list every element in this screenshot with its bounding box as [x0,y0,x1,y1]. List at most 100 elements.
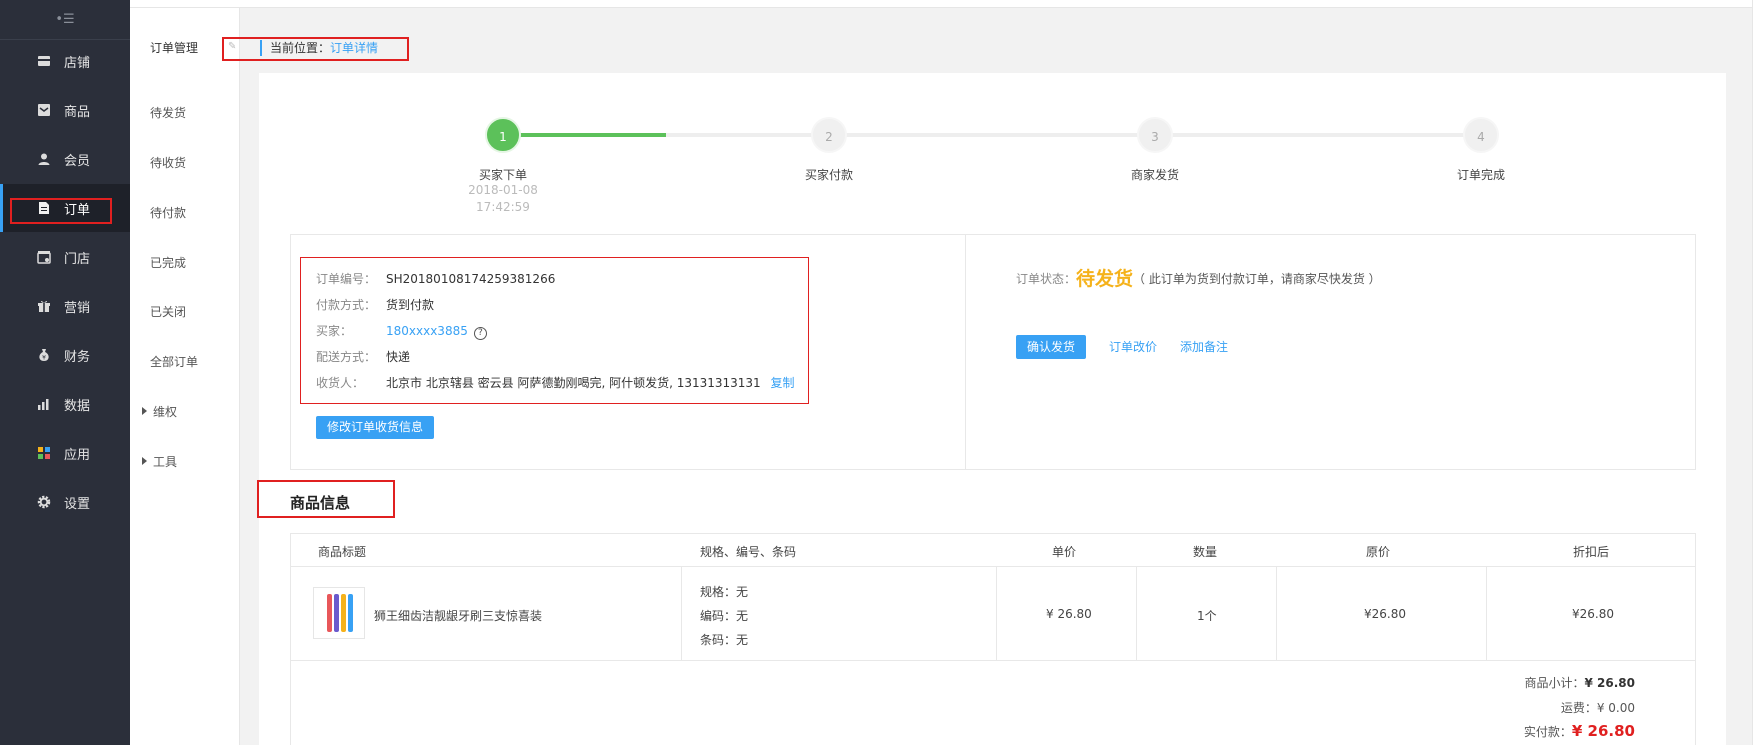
product-spec: 规格：无 [700,585,749,599]
cell-divider [1136,567,1137,661]
table-header: 商品标题 规格、编号、条码 单价 数量 原价 折扣后 [290,533,1696,567]
sidebar-item-settings[interactable]: 设置 [0,478,130,526]
add-note-link[interactable]: 添加备注 [1180,338,1228,355]
subnav-item-to-ship[interactable]: 待发货 [150,104,186,121]
subnav-item-closed[interactable]: 已关闭 [150,303,186,320]
svg-text:¥: ¥ [42,355,46,362]
cell-divider [681,567,682,661]
sidebar-item-label: 营销 [64,300,91,316]
original-price: ¥26.80 [1364,607,1406,621]
breadcrumb-current[interactable]: 订单详情 [330,41,378,55]
order-status: 订单状态：待发货（ 此订单为货到付款订单，请商家尽快发货 ） [1016,264,1381,291]
freight-value: ¥ 0.00 [1596,701,1635,715]
top-strip [130,0,1762,8]
sidebar-item-label: 店铺 [64,55,91,71]
bar-chart-icon [36,396,52,412]
sidebar-item-member[interactable]: 会员 [0,135,130,183]
product-title[interactable]: 狮王细齿洁靓龈牙刷三支惊喜装 [374,607,542,624]
sidebar-item-shop[interactable]: 门店 [0,233,130,281]
summary-label: 商品小计： [1524,676,1585,690]
sidebar-item-marketing[interactable]: 营销 [0,282,130,330]
column-header: 单价 [1052,545,1077,559]
question-icon[interactable]: ? [473,327,487,340]
subnav-title: 订单管理 [150,41,199,55]
step-2-circle: 2 [811,117,847,153]
step-1-circle: 1 [485,117,521,153]
pin-icon: ✎ [228,41,237,52]
sidebar-item-apps[interactable]: 应用 [0,429,130,477]
caret-right-icon [142,457,147,465]
field-label: 买家： [316,324,353,338]
thumb-graphic [327,594,332,632]
buyer-row: 买家： 180xxxx3885? [316,323,487,340]
receiver-row: 收货人： 北京市 北京辖县 密云县 阿萨德勤刚喝完, 阿什顿发货, 1313131… [316,375,795,391]
edit-receiver-button[interactable]: 修改订单收货信息 [316,416,434,439]
cell-divider [1486,567,1487,661]
highlight-frame [10,198,112,224]
step-3-label: 商家发货 [1130,168,1179,182]
paid-value: ¥ 26.80 [1571,722,1635,740]
order-summary: 商品小计：¥ 26.80 运费：¥ 0.00 实付款：¥ 26.80 [290,661,1696,745]
gear-icon [36,494,52,510]
summary-label: 运费： [1560,701,1597,715]
shipping-method-row: 配送方式： 快递 [316,349,410,365]
step-4-circle: 4 [1463,117,1499,153]
sidebar-item-finance[interactable]: ¥ 财务 [0,331,130,379]
column-header: 商品标题 [318,545,367,559]
unit-price: ¥ 26.80 [1046,607,1092,621]
sidebar-item-label: 应用 [64,447,91,463]
subnav-item-completed[interactable]: 已完成 [150,254,186,271]
product-code: 编码：无 [700,609,749,623]
sidebar-item-data[interactable]: 数据 [0,380,130,428]
payment-method: 货到付款 [386,298,435,312]
cell-divider [1276,567,1277,661]
field-label: 订单编号： [316,272,377,286]
sidebar-item-label: 数据 [64,398,91,414]
breadcrumb-prefix: 当前位置： [270,41,331,55]
change-price-link[interactable]: 订单改价 [1109,338,1157,355]
freight-row: 运费：¥ 0.00 [1561,699,1635,716]
breadcrumb: 当前位置：订单详情 [260,40,378,56]
confirm-ship-button[interactable]: 确认发货 [1016,335,1086,359]
store-icon [36,53,52,69]
column-header: 折扣后 [1573,545,1610,559]
buyer-link[interactable]: 180xxxx3885 [386,324,468,338]
subnav-group-rights[interactable]: 维权 [142,403,177,420]
sidebar-item-label: 商品 [64,104,91,120]
subnav-item-to-receive[interactable]: 待收货 [150,154,186,171]
subnav-group-label: 维权 [153,405,178,419]
product-thumbnail[interactable] [313,587,365,639]
step-1-label: 买家下单 [478,168,527,182]
paid-row: 实付款：¥ 26.80 [1524,722,1635,740]
step-progress-done [520,133,666,137]
status-value: 待发货 [1076,268,1134,290]
caret-right-icon [142,407,147,415]
sidebar-item-goods[interactable]: 商品 [0,86,130,134]
status-label: 订单状态： [1016,272,1077,286]
money-bag-icon: ¥ [36,347,52,363]
subtotal-row: 商品小计：¥ 26.80 [1525,674,1636,691]
step-2-label: 买家付款 [804,168,853,182]
member-icon [36,151,52,167]
step-3-circle: 3 [1137,117,1173,153]
field-label: 收货人： [316,376,365,390]
subnav-group-tools[interactable]: 工具 [142,453,177,470]
step-progress-track [666,133,1466,137]
shop-icon [36,249,52,265]
sidebar-item-store[interactable]: 店铺 [0,37,130,85]
right-edge [1752,0,1762,745]
sidebar-item-label: 设置 [64,496,91,512]
thumb-graphic [341,594,346,632]
subnav-item-all-orders[interactable]: 全部订单 [150,353,198,370]
summary-label: 实付款： [1523,725,1572,739]
info-divider [965,234,966,470]
sidebar-collapse-toggle[interactable]: •☰ [0,0,130,40]
copy-link[interactable]: 复制 [771,376,795,390]
sidebar-item-label: 财务 [64,349,91,365]
step-1-date: 2018-01-08 [468,183,538,197]
thumb-graphic [334,594,339,632]
discounted-price: ¥26.80 [1572,607,1614,621]
step-1-time: 17:42:59 [476,200,530,214]
subnav-item-to-pay[interactable]: 待付款 [150,204,186,221]
goods-icon [36,102,52,118]
